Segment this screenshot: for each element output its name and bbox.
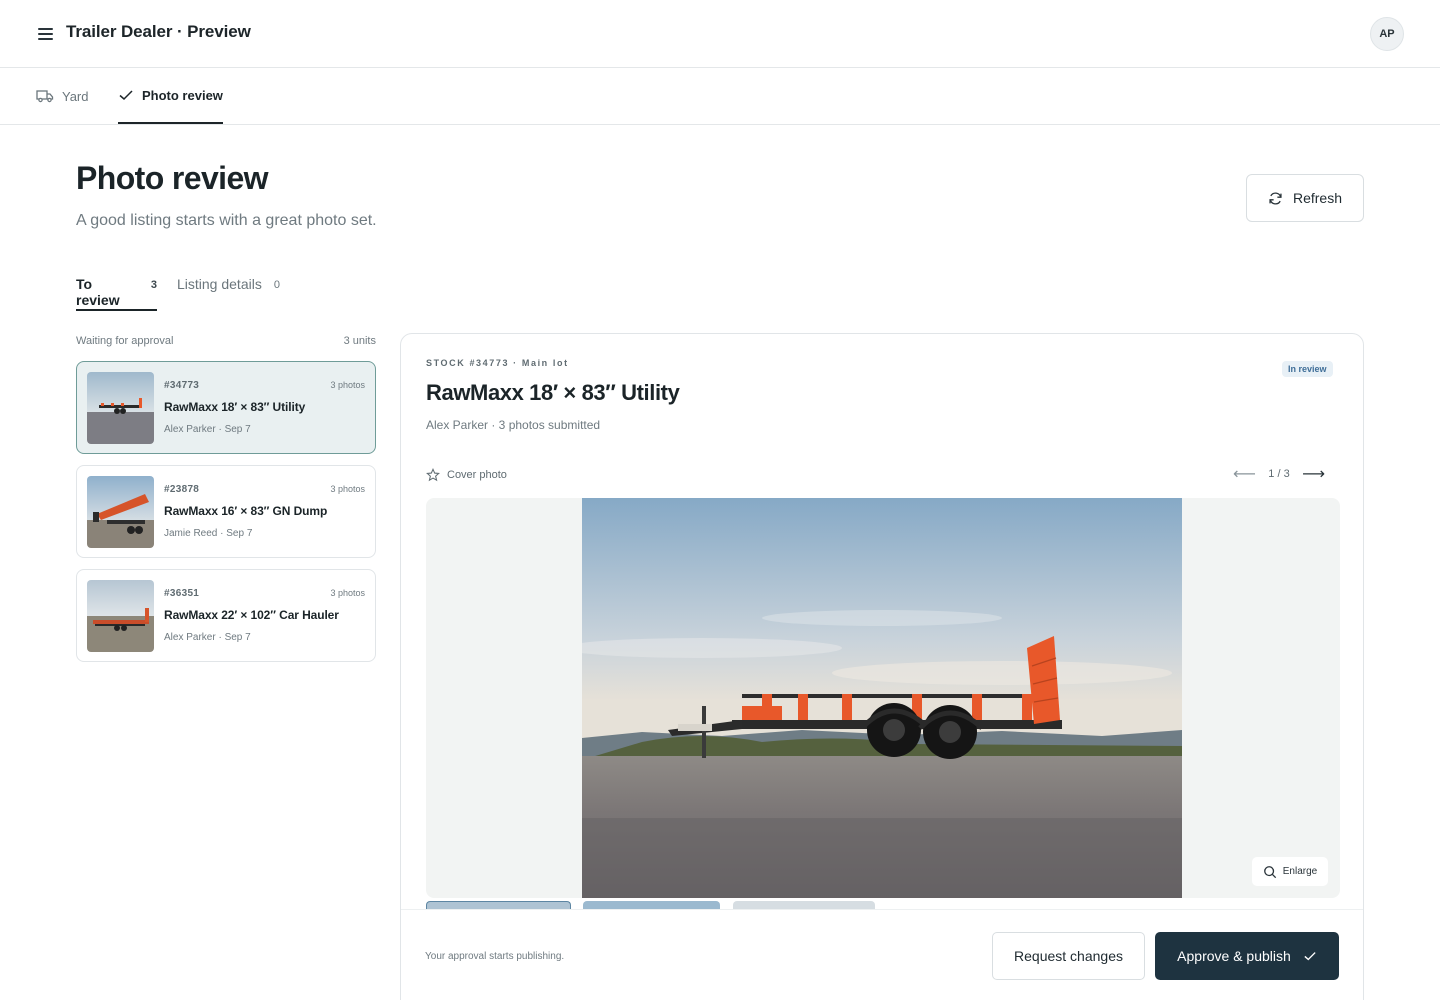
unit-name: RawMaxx 16′ × 83″ GN Dump (164, 504, 328, 518)
tab-to-review-count: 3 (150, 279, 157, 291)
unit-photo-count: 3 photos (330, 380, 365, 390)
unit-name: RawMaxx 18′ × 83″ Utility (164, 400, 306, 414)
unit-meta: Jamie Reed · Sep 7 (164, 528, 253, 539)
cover-photo-toggle[interactable]: Cover photo (426, 468, 507, 482)
prev-photo-button[interactable]: ⟵ (1233, 464, 1256, 484)
star-icon (426, 468, 440, 482)
list-count: 3 units (343, 335, 376, 347)
avatar[interactable]: AP (1370, 17, 1404, 51)
top-bar: Trailer Dealer · Preview AP (0, 0, 1440, 68)
unit-meta: Alex Parker · Sep 7 (164, 424, 251, 435)
tab-photo-review-label: Photo review (142, 87, 223, 103)
detail-panel: STOCK #34773 · Main lot In review RawMax… (400, 333, 1364, 1000)
approve-publish-button[interactable]: Approve & publish (1155, 932, 1339, 980)
magnifier-icon (1263, 865, 1276, 878)
unit-meta: Alex Parker · Sep 7 (164, 632, 251, 643)
tab-to-review-label: To review (76, 276, 120, 308)
unit-stock: #23878 (164, 484, 200, 495)
next-photo-button[interactable]: ⟶ (1302, 464, 1325, 484)
tab-listing-details-label: Listing details (177, 276, 262, 292)
tab-listing-details[interactable]: Listing details 0 (177, 276, 280, 311)
filmstrip-thumb[interactable] (426, 901, 571, 909)
trailer-photo[interactable] (582, 498, 1182, 898)
tab-photo-review[interactable]: Photo review (118, 68, 223, 124)
unit-thumbnail (87, 372, 154, 444)
list-heading: Waiting for approval (76, 335, 174, 347)
enlarge-label: Enlarge (1282, 866, 1318, 877)
app-title: Trailer Dealer · Preview (66, 22, 251, 41)
unit-stock: #34773 (164, 380, 200, 391)
refresh-label: Refresh (1292, 190, 1343, 206)
footer-note: Your approval starts publishing. (425, 951, 565, 962)
filmstrip-thumb[interactable] (583, 901, 720, 909)
approve-label: Approve & publish (1177, 948, 1291, 964)
unit-photo-count: 3 photos (330, 588, 365, 598)
tab-to-review[interactable]: To review 3 (76, 276, 157, 311)
pager-position: 1 / 3 (1268, 468, 1290, 480)
check-icon (119, 90, 133, 101)
menu-icon[interactable] (36, 24, 56, 44)
enlarge-button[interactable]: Enlarge (1252, 857, 1328, 886)
unit-stock: #36351 (164, 588, 200, 599)
photo-pager: ⟵ 1 / 3 ⟶ (1233, 464, 1325, 484)
cover-photo-label: Cover photo (447, 469, 507, 481)
unit-thumbnail (87, 476, 154, 548)
truck-icon (36, 90, 54, 103)
request-changes-button[interactable]: Request changes (992, 932, 1145, 980)
unit-card[interactable]: #36351 3 photos RawMaxx 22′ × 102″ Car H… (76, 569, 376, 662)
tab-listing-details-count: 0 (273, 279, 280, 291)
stock-line: STOCK #34773 · Main lot (426, 358, 569, 368)
tab-yard-label: Yard (62, 88, 89, 104)
refresh-button[interactable]: Refresh (1246, 174, 1364, 222)
nav-bar: Yard Photo review (0, 68, 1440, 125)
detail-meta: Alex Parker · 3 photos submitted (426, 418, 601, 432)
page-title: Photo review (76, 160, 269, 196)
photo-stage: Enlarge (426, 498, 1340, 898)
unit-card[interactable]: #23878 3 photos RawMaxx 16′ × 83″ GN Dum… (76, 465, 376, 558)
action-footer: Your approval starts publishing. Request… (401, 909, 1363, 1000)
tab-yard[interactable]: Yard (36, 68, 89, 124)
detail-title: RawMaxx 18′ × 83″ Utility (426, 380, 680, 405)
check-icon (1304, 952, 1316, 961)
status-badge: In review (1282, 361, 1333, 377)
page-subtitle: A good listing starts with a great photo… (76, 212, 377, 229)
refresh-icon (1269, 191, 1282, 205)
unit-card[interactable]: #34773 3 photos RawMaxx 18′ × 83″ Utilit… (76, 361, 376, 454)
list-header: Waiting for approval 3 units (76, 335, 376, 347)
unit-photo-count: 3 photos (330, 484, 365, 494)
unit-name: RawMaxx 22′ × 102″ Car Hauler (164, 608, 339, 622)
unit-thumbnail (87, 580, 154, 652)
filmstrip-thumb[interactable] (733, 901, 875, 909)
